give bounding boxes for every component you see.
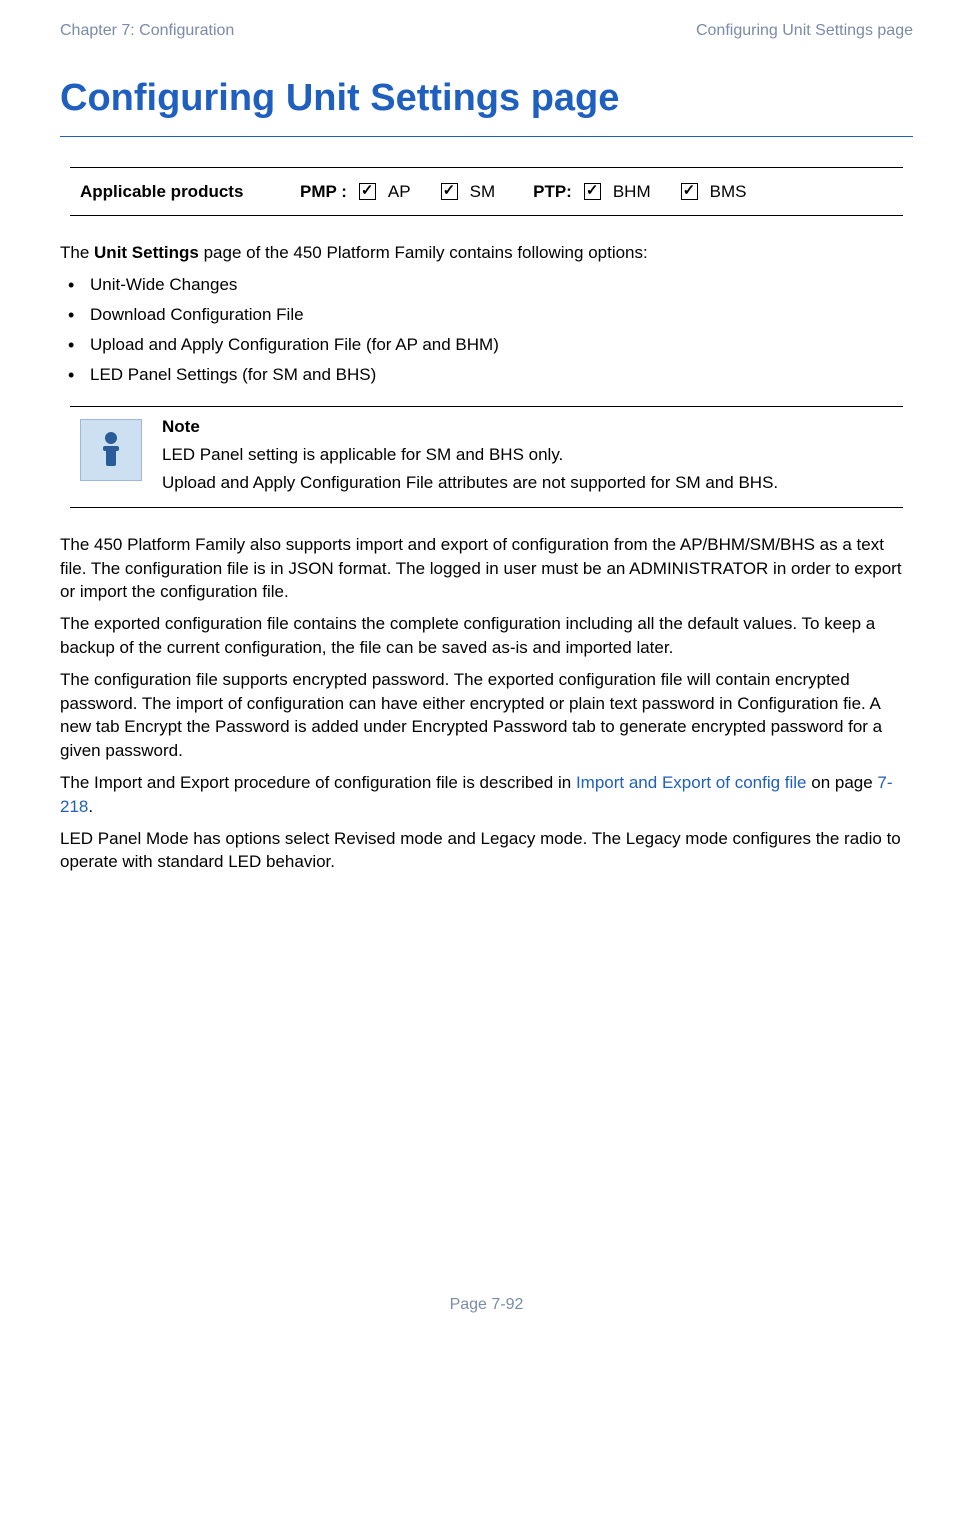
note-content: Note LED Panel setting is applicable for… (162, 415, 903, 498)
title-underline (60, 136, 913, 137)
product-label: SM (470, 180, 496, 204)
products-items: PMP : AP SM PTP: BHM BMS (300, 180, 764, 204)
product-item-bhm: BHM (584, 180, 651, 204)
checkbox-icon (584, 183, 601, 200)
checkbox-icon (681, 183, 698, 200)
intro-suffix: page of the 450 Platform Family contains… (199, 243, 648, 262)
body-paragraph-3: The configuration file supports encrypte… (60, 668, 913, 763)
ptp-label: PTP: (533, 180, 572, 204)
product-label: BHM (613, 180, 651, 204)
note-icon (80, 419, 142, 481)
body-paragraph-4: The Import and Export procedure of confi… (60, 771, 913, 819)
pmp-label: PMP : (300, 180, 347, 204)
link-import-export[interactable]: Import and Export of config file (576, 773, 807, 792)
page-footer: Page 7-92 (60, 1294, 913, 1316)
body-paragraph-5: LED Panel Mode has options select Revise… (60, 827, 913, 875)
list-item: Upload and Apply Configuration File (for… (60, 333, 913, 357)
options-list: Unit-Wide Changes Download Configuration… (60, 273, 913, 386)
p4-suffix: . (88, 797, 93, 816)
page-header: Chapter 7: Configuration Configuring Uni… (60, 20, 913, 42)
applicable-products-label: Applicable products (70, 180, 300, 204)
note-title: Note (162, 415, 903, 439)
note-line-2: Upload and Apply Configuration File attr… (162, 471, 903, 495)
product-item-ap: AP (359, 180, 411, 204)
product-label: BMS (710, 180, 747, 204)
checkbox-icon (359, 183, 376, 200)
p4-mid: on page (807, 773, 878, 792)
body-paragraph-2: The exported configuration file contains… (60, 612, 913, 660)
list-item: Unit-Wide Changes (60, 273, 913, 297)
body-paragraph-1: The 450 Platform Family also supports im… (60, 533, 913, 604)
intro-paragraph: The Unit Settings page of the 450 Platfo… (60, 241, 913, 265)
product-item-sm: SM (441, 180, 496, 204)
list-item: LED Panel Settings (for SM and BHS) (60, 363, 913, 387)
note-line-1: LED Panel setting is applicable for SM a… (162, 443, 903, 467)
header-left: Chapter 7: Configuration (60, 20, 234, 42)
header-right: Configuring Unit Settings page (696, 20, 913, 42)
intro-prefix: The (60, 243, 94, 262)
page-title: Configuring Unit Settings page (60, 72, 913, 125)
product-item-bms: BMS (681, 180, 747, 204)
list-item: Download Configuration File (60, 303, 913, 327)
note-box: Note LED Panel setting is applicable for… (70, 406, 903, 507)
checkbox-icon (441, 183, 458, 200)
product-label: AP (388, 180, 411, 204)
intro-bold: Unit Settings (94, 243, 199, 262)
p4-prefix: The Import and Export procedure of confi… (60, 773, 576, 792)
applicable-products-table: Applicable products PMP : AP SM PTP: BHM… (70, 167, 903, 217)
